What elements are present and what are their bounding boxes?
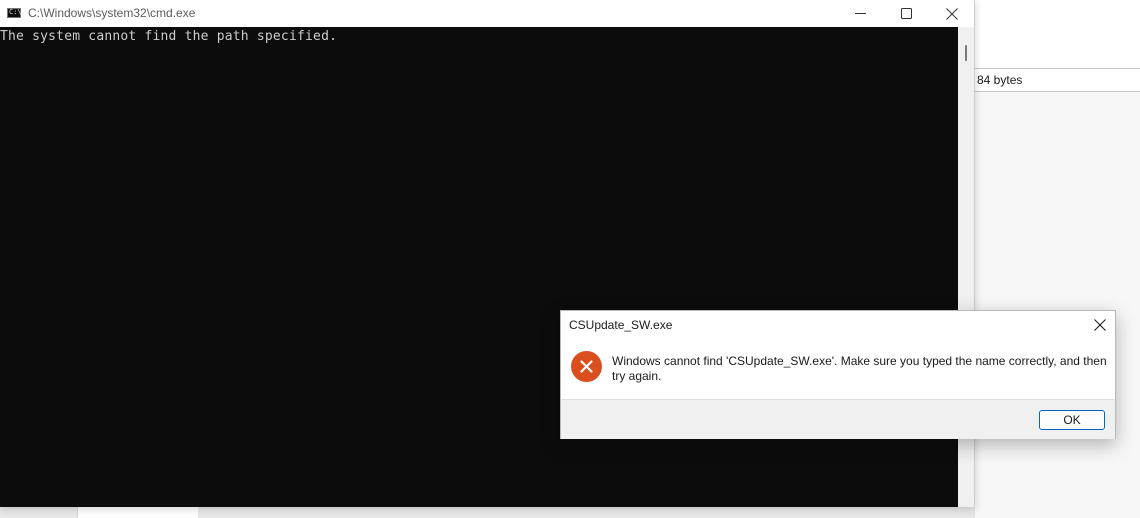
- console-icon: C:\: [7, 8, 22, 18]
- close-button[interactable]: [929, 0, 975, 27]
- file-size-value: 84 bytes: [977, 73, 1023, 87]
- background-window-edge: [77, 507, 198, 518]
- dialog-footer: OK: [561, 399, 1115, 439]
- dialog-close-button[interactable]: [1086, 313, 1114, 337]
- ok-button[interactable]: OK: [1039, 410, 1105, 430]
- dialog-body: Windows cannot find 'CSUpdate_SW.exe'. M…: [561, 339, 1115, 399]
- error-dialog[interactable]: CSUpdate_SW.exe Windows cannot find 'CSU…: [560, 310, 1116, 439]
- minimize-icon: [854, 13, 866, 14]
- error-icon: [571, 351, 602, 382]
- close-icon: [946, 7, 958, 20]
- minimize-button[interactable]: [837, 0, 883, 27]
- dialog-title: CSUpdate_SW.exe: [569, 318, 673, 332]
- file-size-row: 84 bytes: [975, 68, 1140, 92]
- maximize-icon: [900, 8, 912, 19]
- close-icon: [1094, 319, 1106, 331]
- cmd-window-title: C:\Windows\system32\cmd.exe: [28, 6, 196, 20]
- maximize-button[interactable]: [883, 0, 929, 27]
- dialog-message: Windows cannot find 'CSUpdate_SW.exe'. M…: [612, 354, 1107, 383]
- background-window-header: [975, 0, 1140, 68]
- scrollbar-thumb[interactable]: [965, 45, 967, 61]
- cmd-titlebar[interactable]: C:\ C:\Windows\system32\cmd.exe: [0, 0, 974, 27]
- background-window-content: [975, 92, 1140, 518]
- background-window: 84 bytes: [974, 0, 1140, 518]
- desktop-strip: [0, 507, 974, 518]
- console-line: The system cannot find the path specifie…: [0, 29, 338, 44]
